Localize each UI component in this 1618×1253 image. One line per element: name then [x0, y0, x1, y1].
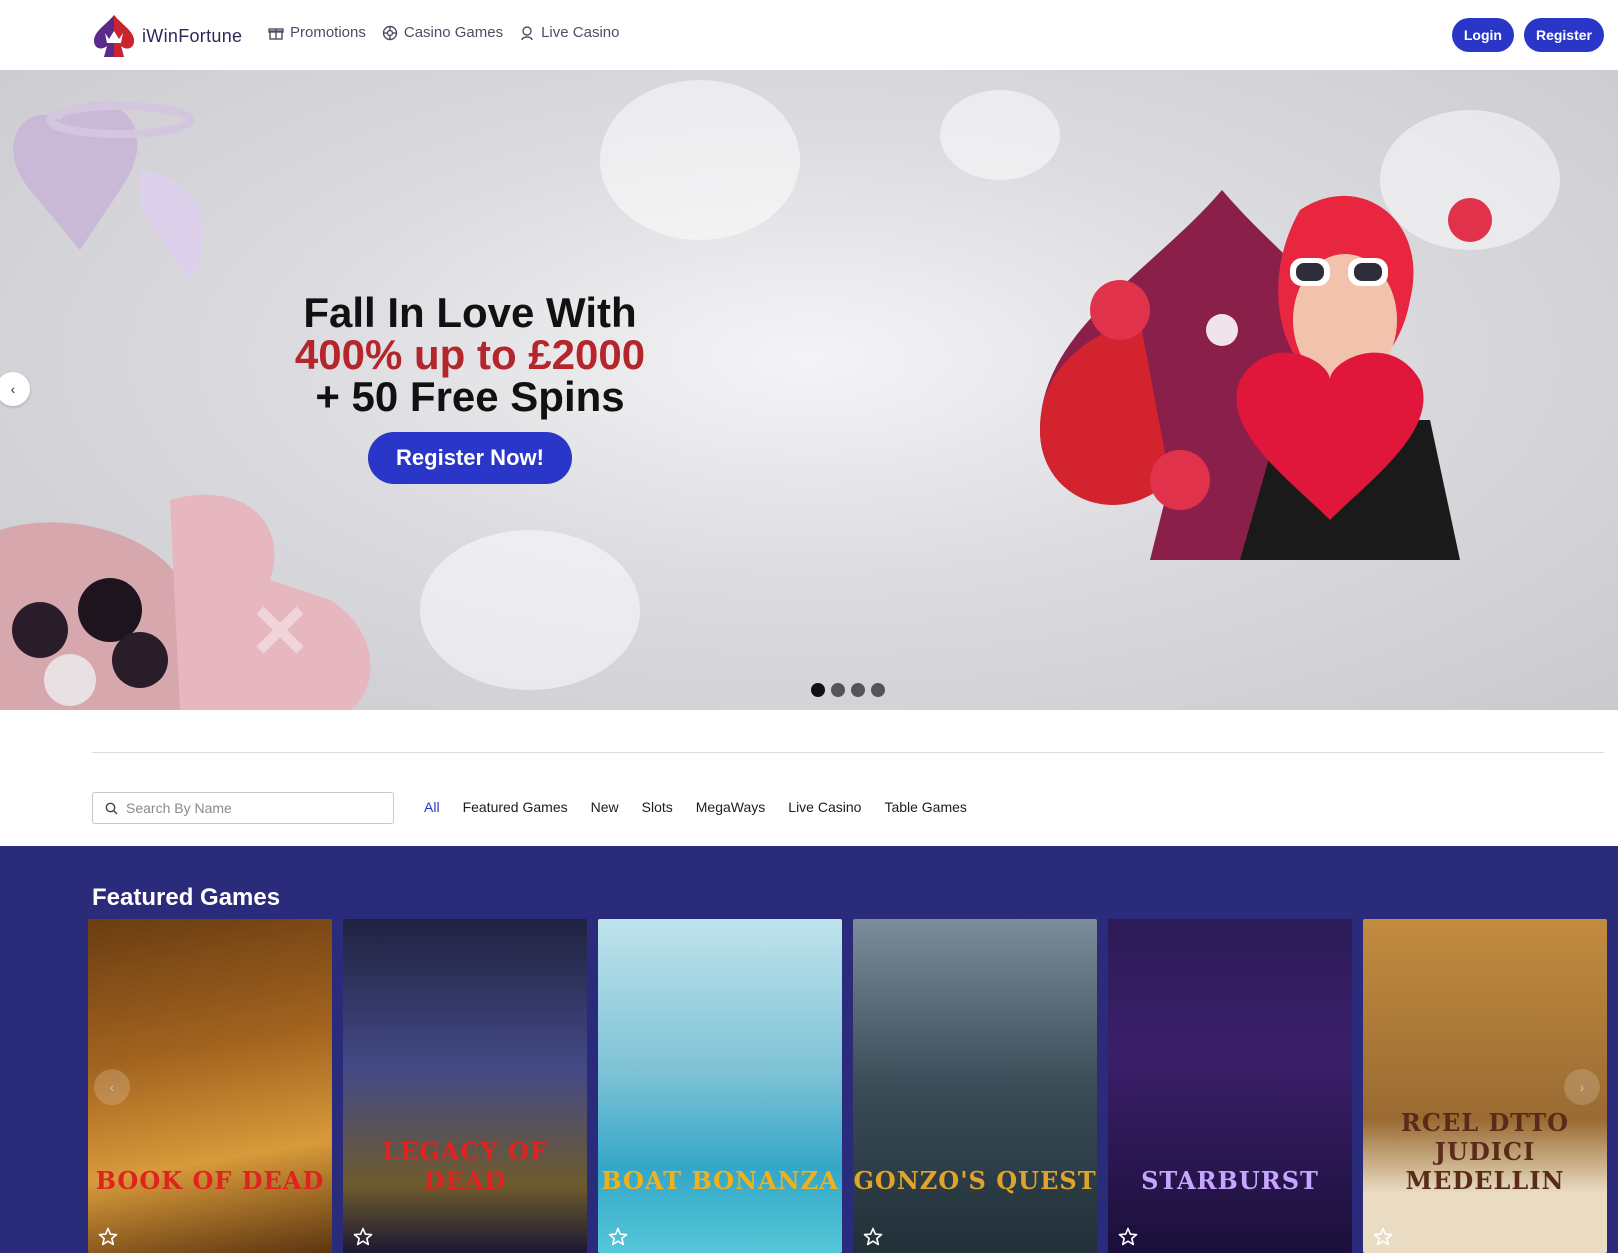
- game-category-filters: All Featured Games New Slots MegaWays Live Ca…: [424, 799, 967, 815]
- nav-casino-games-label: Casino Games: [403, 24, 504, 41]
- hero-spins-line: + 50 Free Spins: [315, 373, 625, 420]
- game-title: LEGACY OF DEAD: [382, 1137, 548, 1195]
- carousel-dot[interactable]: [851, 683, 865, 697]
- bokeh-decoration: [940, 90, 1060, 180]
- carousel-dot[interactable]: [871, 683, 885, 697]
- game-title: RCEL DTTO JUDICI MEDELLIN: [1400, 1108, 1570, 1195]
- spade-crown-logo-icon: [94, 15, 134, 57]
- dealer-icon: [521, 25, 533, 40]
- hero-banner: Fall In Love With 400% up to £2000 + 50 …: [0, 70, 1618, 710]
- auth-buttons: Login Register: [1451, 18, 1604, 52]
- favorite-star-icon[interactable]: [608, 1227, 628, 1247]
- woman-with-heart-illustration: [1040, 190, 1492, 560]
- carousel-dot[interactable]: [811, 683, 825, 697]
- game-title: BOOK OF DEAD: [95, 1166, 325, 1195]
- favorite-star-icon[interactable]: [1118, 1227, 1138, 1247]
- gift-icon: [268, 27, 284, 40]
- search-icon: [105, 802, 118, 814]
- register-now-button[interactable]: Register Now!: [368, 432, 572, 484]
- chip-icon: [382, 25, 398, 40]
- hero-carousel-dots: [811, 683, 885, 697]
- brand-logo[interactable]: iWinFortune: [92, 13, 242, 59]
- filter-tab[interactable]: MegaWays: [696, 799, 766, 815]
- hero-line-1: Fall In Love With: [303, 289, 637, 336]
- site-header: iWinFortune Promotions Casino Games Live…: [0, 0, 1618, 70]
- featured-games-carousel: BOOK OF DEAD LEGACY OF DEAD BOAT BONANZA GO…: [88, 919, 1607, 1253]
- nav-live-casino-label: Live Casino: [541, 24, 620, 41]
- login-button[interactable]: Login: [1451, 18, 1514, 52]
- favorite-star-icon[interactable]: [1373, 1227, 1393, 1247]
- filter-tab[interactable]: New: [591, 799, 619, 815]
- filter-tab[interactable]: Table Games: [884, 799, 966, 815]
- game-card[interactable]: BOAT BONANZA: [598, 919, 842, 1253]
- carousel-dot[interactable]: [831, 683, 845, 697]
- bokeh-decoration: [420, 530, 640, 690]
- register-button[interactable]: Register: [1523, 18, 1604, 52]
- hero-headline: Fall In Love With 400% up to £2000 + 50 …: [0, 292, 940, 418]
- section-divider: [92, 752, 1604, 753]
- search-input[interactable]: [126, 800, 376, 816]
- nav-promotions[interactable]: Promotions: [268, 24, 366, 41]
- featured-games-title: Featured Games: [92, 884, 281, 911]
- carousel-prev-arrow-icon[interactable]: ‹: [94, 1069, 130, 1105]
- game-title: STARBURST: [1141, 1166, 1319, 1195]
- filter-tab[interactable]: All: [424, 799, 440, 815]
- nav-casino-games[interactable]: Casino Games: [382, 24, 503, 41]
- main-nav: Promotions Casino Games Live Casino: [268, 24, 619, 41]
- favorite-star-icon[interactable]: [863, 1227, 883, 1247]
- brand-name: iWinFortune: [142, 25, 243, 46]
- carousel-next-arrow-icon[interactable]: ›: [1564, 1069, 1600, 1105]
- nav-promotions-label: Promotions: [290, 24, 366, 41]
- nav-live-casino[interactable]: Live Casino: [519, 24, 619, 41]
- chocolate-box-illustration: [0, 494, 371, 710]
- game-search-box[interactable]: [92, 792, 394, 824]
- filter-tab[interactable]: Live Casino: [788, 799, 861, 815]
- favorite-star-icon[interactable]: [353, 1227, 373, 1247]
- game-title: BOAT BONANZA: [601, 1166, 839, 1195]
- bokeh-decoration: [600, 80, 800, 240]
- filter-tab[interactable]: Slots: [642, 799, 673, 815]
- featured-games-section: Featured Games BOOK OF DEAD LEGACY OF DEA…: [0, 846, 1618, 1253]
- filter-tab[interactable]: Featured Games: [463, 799, 568, 815]
- game-title: GONZO'S QUEST: [853, 1166, 1097, 1195]
- favorite-star-icon[interactable]: [98, 1227, 118, 1247]
- game-card[interactable]: LEGACY OF DEAD: [343, 919, 587, 1253]
- hero-bonus-line: 400% up to £2000: [294, 331, 646, 378]
- game-card[interactable]: STARBURST: [1108, 919, 1352, 1253]
- game-card[interactable]: GONZO'S QUEST: [853, 919, 1097, 1253]
